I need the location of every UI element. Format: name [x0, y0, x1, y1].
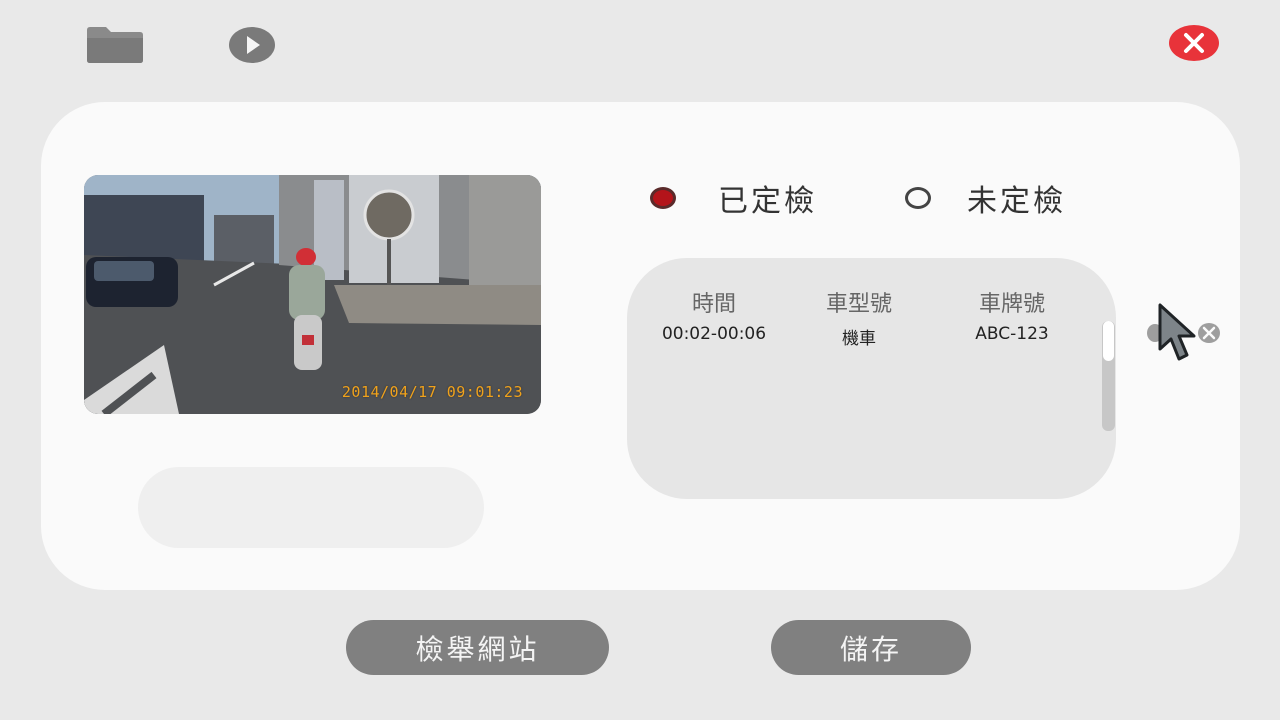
- results-table: 時間 00:02-00:06 車型號 機車 車牌號 ABC-123: [627, 258, 1116, 499]
- table-cell-time[interactable]: 00:02-00:06: [649, 324, 779, 344]
- radio-unselected-icon: [905, 187, 931, 209]
- scrollbar-thumb[interactable]: [1103, 321, 1114, 361]
- dashcam-frame: [84, 175, 541, 414]
- column-header-time: 時間: [691, 292, 736, 317]
- video-preview[interactable]: 2014/04/17 09:01:23: [84, 175, 541, 414]
- clear-row-button[interactable]: [1145, 320, 1223, 346]
- folder-icon: [87, 27, 143, 63]
- radio-inspected[interactable]: 已定檢: [650, 176, 817, 220]
- close-button[interactable]: [1166, 20, 1222, 64]
- radio-inspected-label: 已定檢: [718, 184, 817, 219]
- table-cell-plate[interactable]: ABC-123: [947, 324, 1077, 344]
- column-plate: 車牌號 ABC-123: [947, 286, 1077, 344]
- radio-not-inspected[interactable]: 未定檢: [905, 176, 1066, 220]
- text-input[interactable]: [138, 467, 484, 548]
- close-icon: [1169, 25, 1219, 61]
- table-cell-type[interactable]: 機車: [799, 324, 919, 349]
- radio-not-inspected-label: 未定檢: [967, 184, 1066, 219]
- clear-icon: [1147, 323, 1220, 343]
- play-icon: [229, 27, 275, 63]
- results-scrollbar[interactable]: [1102, 321, 1115, 431]
- column-time: 時間 00:02-00:06: [649, 286, 779, 344]
- open-folder-button[interactable]: [82, 22, 148, 66]
- column-header-type: 車型號: [825, 292, 892, 317]
- column-header-plate: 車牌號: [978, 292, 1045, 317]
- column-type: 車型號 機車: [799, 286, 919, 349]
- report-website-button[interactable]: 檢舉網站: [346, 620, 609, 675]
- save-button[interactable]: 儲存: [771, 620, 971, 675]
- app-screen: 2014/04/17 09:01:23 已定檢 未定檢 時間 00:02-00:…: [0, 0, 1280, 720]
- video-timestamp: 2014/04/17 09:01:23: [341, 383, 523, 401]
- play-button[interactable]: [226, 22, 278, 66]
- radio-selected-icon: [650, 187, 676, 209]
